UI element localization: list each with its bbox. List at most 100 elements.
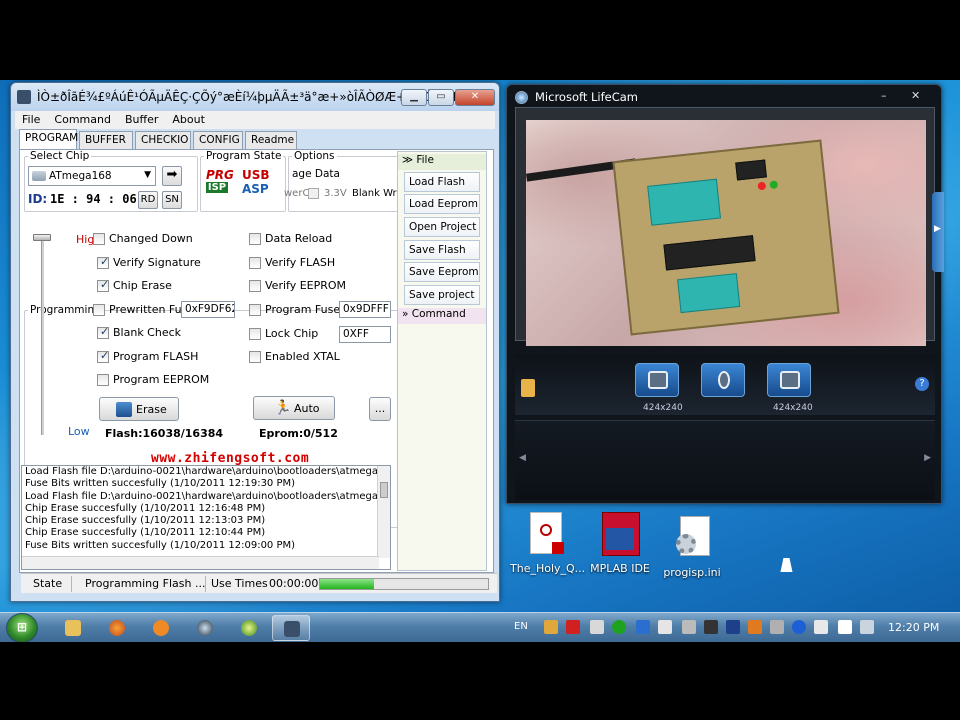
desktop-icon-progisp-ini[interactable]: progisp.ini xyxy=(656,516,728,579)
speed-slider-track xyxy=(41,235,44,435)
desktop-icon-holy-quran[interactable]: The_Holy_Q... xyxy=(510,512,585,575)
menu-file[interactable]: File xyxy=(15,111,47,128)
more-options-button[interactable]: ... xyxy=(369,397,391,421)
taskbar-webcam[interactable] xyxy=(186,615,224,641)
bluetooth-icon[interactable] xyxy=(792,620,806,634)
chip-select[interactable]: ATmega168 ▼ xyxy=(28,166,156,186)
microphone-button[interactable] xyxy=(701,363,745,397)
side-panel-tab[interactable]: ▶ xyxy=(932,192,944,272)
tab-config[interactable]: CONFIG xyxy=(193,131,243,149)
speed-slider-thumb[interactable] xyxy=(33,234,51,241)
status-time: 00:00:00 xyxy=(269,577,319,590)
tray-icon[interactable] xyxy=(636,620,650,634)
desktop-icon-mplab[interactable]: MPLAB IDE xyxy=(584,512,656,575)
prewritten-fuse-input[interactable]: 0xF9DF62 xyxy=(181,301,235,318)
rd-button[interactable]: RD xyxy=(138,191,158,209)
help-icon[interactable]: ? xyxy=(915,377,929,391)
taskbar-media-player[interactable] xyxy=(142,615,180,641)
tab-readme[interactable]: Readme xyxy=(245,131,297,149)
tray-icon[interactable] xyxy=(770,620,784,634)
tray-icon[interactable] xyxy=(726,620,740,634)
prg-isp-icon: PRG ISP xyxy=(206,168,236,200)
load-eeprom-button[interactable]: Load Eeprom xyxy=(404,194,480,214)
tray-icon[interactable] xyxy=(682,620,696,634)
tray-icon[interactable] xyxy=(704,620,718,634)
menu-buffer[interactable]: Buffer xyxy=(118,111,165,128)
chevron-left-icon[interactable]: ◀ xyxy=(519,453,526,463)
folder-icon[interactable] xyxy=(521,379,535,397)
program-fuse-input[interactable]: 0x9DFFF xyxy=(339,301,391,318)
menu-bar: File Command Buffer About xyxy=(15,111,495,129)
take-photo-button[interactable] xyxy=(635,363,679,397)
taskbar-firefox[interactable] xyxy=(98,615,136,641)
tray-icon[interactable] xyxy=(590,620,604,634)
taskbar-app[interactable] xyxy=(230,615,268,641)
tray-icon[interactable] xyxy=(658,620,672,634)
volume-icon[interactable] xyxy=(860,620,874,634)
maximize-button[interactable]: ▭ xyxy=(428,89,454,106)
tab-buffer[interactable]: BUFFER xyxy=(79,131,133,149)
record-video-button[interactable] xyxy=(767,363,811,397)
command-panel: ≫ File Load Flash Load Eeprom Open Proje… xyxy=(397,151,487,571)
menu-command[interactable]: Command xyxy=(47,111,118,128)
screen: The_Holy_Q... MPLAB IDE progisp.ini ÌÒ±ð… xyxy=(0,0,960,720)
taskbar-explorer[interactable] xyxy=(54,615,92,641)
auto-button[interactable]: 🏃 Auto xyxy=(253,396,335,420)
save-eeprom-button[interactable]: Save Eeprom xyxy=(404,262,480,282)
checkmark-icon: ✓ xyxy=(100,255,110,268)
scroll-thumb[interactable] xyxy=(380,482,388,498)
log-vertical-scrollbar[interactable] xyxy=(377,466,390,558)
usbasp-icon: USB ASP xyxy=(242,168,282,204)
erase-button[interactable]: Erase xyxy=(99,397,179,421)
progisp-window: ÌÒ±ðÎãÉ¾£ºÁúÊ¹ÓÃµÄÊÇ·ÇÕý°æÈí¼þµÄÃ±³ä°æ+»… xyxy=(10,82,500,602)
chevron-down-icon: ≫ xyxy=(402,154,413,166)
save-flash-button[interactable]: Save Flash xyxy=(404,240,480,260)
tray-icon[interactable] xyxy=(544,620,558,634)
menu-about[interactable]: About xyxy=(165,111,212,128)
log-line: Chip Erase succesfully (1/10/2011 12:16:… xyxy=(25,502,266,514)
windows-logo-icon: ⊞ xyxy=(16,620,28,634)
tray-icon[interactable] xyxy=(612,620,626,634)
start-button[interactable]: ⊞ xyxy=(6,613,38,643)
tray-icon[interactable] xyxy=(566,620,580,634)
chevron-right-icon: ▶ xyxy=(934,224,941,234)
chevron-right-icon[interactable]: ▶ xyxy=(924,453,931,463)
letterbox-top xyxy=(0,0,960,80)
option-3v3-checkbox[interactable] xyxy=(308,188,319,199)
log-horizontal-scrollbar[interactable] xyxy=(22,556,379,569)
open-project-button[interactable]: Open Project xyxy=(404,217,480,237)
log-output[interactable]: Load Flash file D:\arduino-0021\hardware… xyxy=(21,465,391,570)
command-section-header[interactable]: » Command xyxy=(398,308,486,324)
mplab-icon xyxy=(600,512,640,558)
load-flash-button[interactable]: Load Flash xyxy=(404,172,480,192)
options-line1: age Data xyxy=(292,168,340,180)
website-link[interactable]: www.zhifengsoft.com xyxy=(151,451,309,466)
language-indicator[interactable]: EN xyxy=(514,621,528,632)
close-button[interactable]: ✕ xyxy=(455,89,495,106)
save-project-button[interactable]: Save project xyxy=(404,285,480,305)
tab-program[interactable]: PROGRAM xyxy=(19,129,78,149)
taskbar-progisp[interactable] xyxy=(272,615,310,641)
maximize-icon: ▭ xyxy=(436,91,446,102)
sn-button[interactable]: SN xyxy=(162,191,182,209)
clock[interactable]: 12:20 PM xyxy=(888,621,939,634)
go-arrow-button[interactable]: ➡ xyxy=(162,166,182,186)
camera-preview-frame xyxy=(515,107,935,346)
file-section-header[interactable]: ≫ File xyxy=(398,154,486,170)
desktop-icon-label: MPLAB IDE xyxy=(590,562,650,575)
lock-chip-input[interactable]: 0XFF xyxy=(339,326,391,343)
folder-icon xyxy=(65,620,81,636)
minimize-button[interactable]: ▁ xyxy=(401,89,427,106)
tray-icon[interactable] xyxy=(814,620,828,634)
log-line: Load Flash file D:\arduino-0021\hardware… xyxy=(25,466,390,477)
camera-thumbnail-strip[interactable]: ◀ ▶ xyxy=(515,420,935,500)
title-bar[interactable]: ÌÒ±ðÎãÉ¾£ºÁúÊ¹ÓÃµÄÊÇ·ÇÕý°æÈí¼þµÄÃ±³ä°æ+»… xyxy=(11,83,499,111)
speed-slider[interactable] xyxy=(33,234,51,435)
lifecam-minimize-button[interactable]: – xyxy=(881,89,887,102)
log-line: Load Flash file D:\arduino-0021\hardware… xyxy=(25,490,390,502)
chip-id-value: 1E : 94 : 06 xyxy=(50,192,137,206)
tab-checkio[interactable]: CHECKIO xyxy=(135,131,191,149)
tray-icon[interactable] xyxy=(748,620,762,634)
lifecam-close-button[interactable]: ✕ xyxy=(911,89,920,102)
action-center-icon[interactable] xyxy=(838,620,852,634)
